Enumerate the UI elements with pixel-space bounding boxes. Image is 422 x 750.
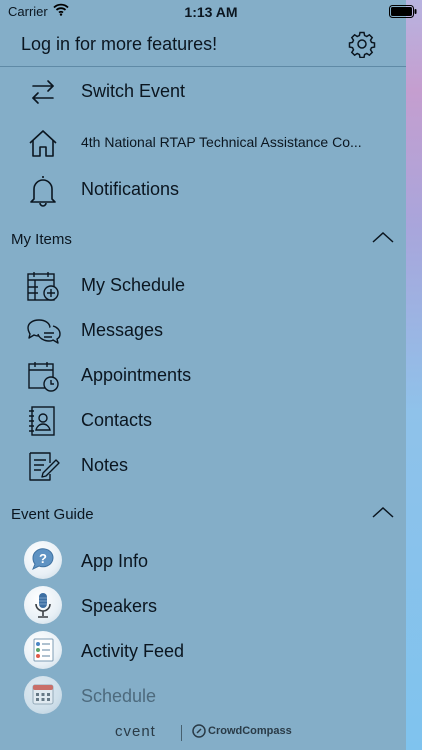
menu-item-label: Notes xyxy=(81,455,129,475)
clock: 1:13 AM xyxy=(184,4,238,20)
side-menu-panel: Carrier 1:13 AM Log in for more features… xyxy=(0,0,417,750)
footer-divider xyxy=(181,725,182,741)
calendar-clock-icon xyxy=(28,362,59,392)
menu-item-notifications[interactable]: Notifications xyxy=(0,167,406,211)
menu-item-label: Contacts xyxy=(81,410,153,430)
menu-item-label: Switch Event xyxy=(81,81,186,101)
menu-item-label: Activity Feed xyxy=(81,641,185,661)
menu-item-my-schedule[interactable]: My Schedule xyxy=(0,263,406,307)
crowdcompass-logo-icon xyxy=(192,724,206,738)
section-title: Event Guide xyxy=(11,506,94,523)
app-info-icon-wrapper: ? xyxy=(24,541,62,579)
bell-icon xyxy=(30,176,56,207)
menu-header: Log in for more features! xyxy=(0,24,406,67)
menu-item-label: Messages xyxy=(81,320,164,340)
section-title: My Items xyxy=(11,231,72,248)
cvent-logo: cvent xyxy=(115,723,156,740)
menu-item-label: Speakers xyxy=(81,596,158,616)
home-icon xyxy=(29,130,57,157)
section-header-event-guide[interactable]: Event Guide xyxy=(0,500,406,530)
login-link[interactable]: Log in for more features! xyxy=(21,34,217,55)
svg-text:?: ? xyxy=(39,551,47,566)
menu-item-notes[interactable]: Notes xyxy=(0,443,406,487)
chevron-up-icon[interactable] xyxy=(371,504,395,520)
menu-item-contacts[interactable]: Contacts xyxy=(0,398,406,442)
menu-item-schedule[interactable]: Schedule xyxy=(0,674,406,718)
background-app-edge xyxy=(406,0,422,750)
menu-item-speakers[interactable]: Speakers xyxy=(0,584,406,628)
menu-item-label: Appointments xyxy=(81,365,192,385)
menu-item-label: Schedule xyxy=(81,686,157,706)
chevron-up-icon[interactable] xyxy=(371,229,395,245)
crowdcompass-logo: CrowdCompass xyxy=(208,725,292,737)
schedule-icon-wrapper xyxy=(24,676,62,714)
gear-icon[interactable] xyxy=(348,30,376,58)
menu-item-app-info[interactable]: ? App Info xyxy=(0,539,406,583)
speakers-icon-wrapper xyxy=(24,586,62,624)
menu-item-switch-event[interactable]: Switch Event xyxy=(0,69,406,113)
calendar-grid-icon xyxy=(32,684,54,705)
chat-bubbles-icon xyxy=(27,319,61,344)
menu-item-event-home[interactable]: 4th National RTAP Technical Assistance C… xyxy=(0,120,406,164)
question-bubble-icon: ? xyxy=(32,548,54,571)
switch-arrows-icon xyxy=(32,80,54,104)
menu-item-label: My Schedule xyxy=(81,275,186,295)
calendar-add-icon xyxy=(27,272,59,301)
contact-book-icon xyxy=(29,406,55,436)
microphone-icon xyxy=(35,593,51,618)
note-pen-icon xyxy=(29,452,60,481)
footer-branding: cvent CrowdCompass xyxy=(0,720,406,746)
menu-item-activity-feed[interactable]: Activity Feed xyxy=(0,629,406,673)
activity-feed-icon-wrapper xyxy=(24,631,62,669)
menu-item-label: 4th National RTAP Technical Assistance C… xyxy=(81,134,362,150)
section-header-my-items[interactable]: My Items xyxy=(0,225,406,255)
menu-item-label: Notifications xyxy=(81,179,180,199)
menu-item-messages[interactable]: Messages xyxy=(0,308,406,352)
activity-feed-icon xyxy=(33,638,54,662)
menu-item-label: App Info xyxy=(81,551,149,571)
status-bar: Carrier 1:13 AM xyxy=(0,0,417,24)
menu-item-appointments[interactable]: Appointments xyxy=(0,353,406,397)
battery-icon xyxy=(389,5,417,18)
